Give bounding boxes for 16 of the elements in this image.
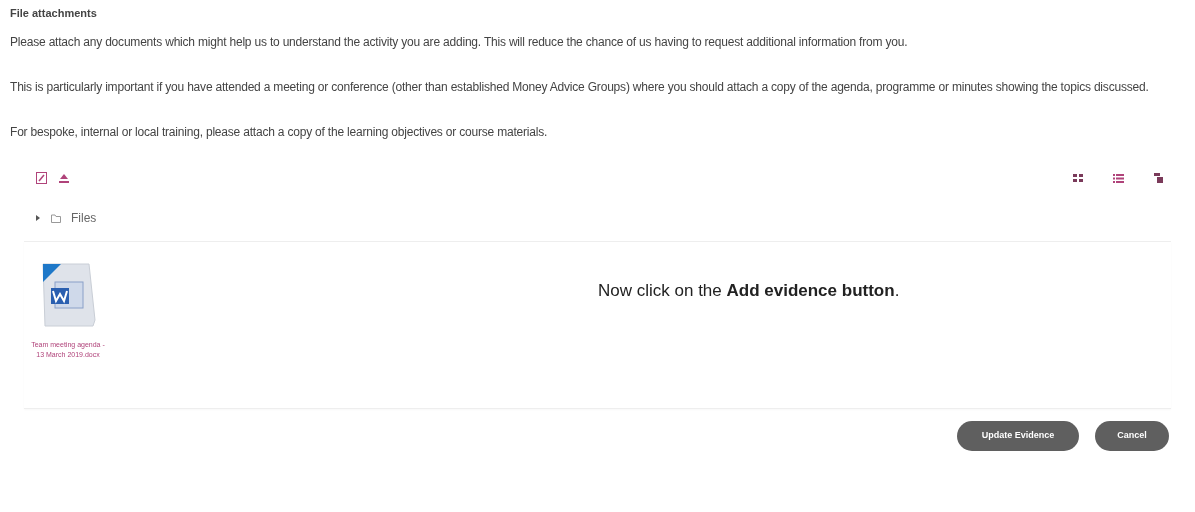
folder-label[interactable]: Files bbox=[71, 209, 97, 227]
paragraph: This is particularly important if you have attended a meeting or conference (other than established Money Advice Groups) where you should attach a copy of the agenda, programme or minutes showing the topics discussed. bbox=[10, 79, 1150, 96]
paragraph: Please attach any documents which might help us to understand the activity you are adding. This will reduce the chance of us having to request additional information from you. bbox=[10, 34, 909, 51]
list-view-icon[interactable] bbox=[1113, 173, 1124, 183]
update-button[interactable]: Update Evidence bbox=[957, 421, 1079, 451]
folder-icon bbox=[51, 213, 61, 223]
upload-icon[interactable] bbox=[59, 173, 69, 183]
add-file-icon[interactable] bbox=[36, 172, 47, 184]
paragraph: For bespoke, internal or local training, please attach a copy of the learning objectives or course materials. bbox=[10, 124, 549, 141]
tree-view-icon[interactable] bbox=[1154, 173, 1163, 183]
cancel-button[interactable]: Cancel bbox=[1095, 421, 1169, 451]
expand-toggle[interactable] bbox=[36, 215, 41, 221]
section-heading: File attachments bbox=[10, 8, 98, 19]
word-document-icon[interactable] bbox=[39, 260, 97, 328]
instruction-text: Now click on the Add evidence button. bbox=[598, 280, 901, 302]
grid-view-icon[interactable] bbox=[1073, 174, 1083, 182]
